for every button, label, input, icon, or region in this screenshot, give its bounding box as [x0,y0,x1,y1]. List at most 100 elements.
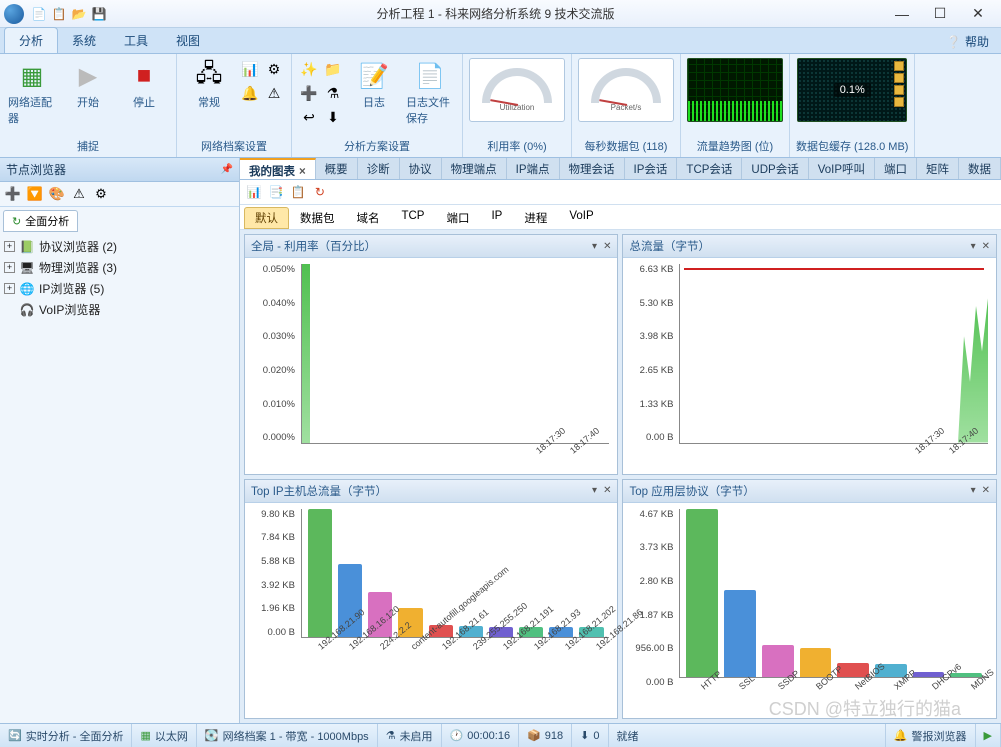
subtab-domain[interactable]: 域名 [345,207,390,229]
nic-icon: ▦ [16,60,48,92]
bell-icon: 🔔 [894,729,908,742]
tree-node-ip[interactable]: +🌐IP浏览器 (5) [2,278,237,299]
sidebar-pin-icon[interactable]: 📌 [221,164,233,175]
ip-icon: 🌐 [19,281,35,297]
subtab-tcp[interactable]: TCP [390,207,435,229]
menu-system[interactable]: 系统 [58,28,110,53]
protocol-icon: 📗 [19,239,35,255]
s4-icon[interactable]: ⚗ [322,82,344,104]
cfg2-icon[interactable]: ⚙ [263,58,285,80]
sb-color-icon[interactable]: 🎨 [48,185,66,203]
profile-icon: 🖧 [193,60,225,92]
tab-physep[interactable]: 物理端点 [442,158,507,179]
logsave-button[interactable]: 📄日志文件保存 [404,58,456,128]
status-profile: 💽网络档案 1 - 带宽 - 1000Mbps [197,724,378,747]
sb-warn-icon[interactable]: ⚠ [70,185,88,203]
play-small-icon: ▶ [984,729,992,742]
log-button[interactable]: 📝日志 [348,58,400,112]
maximize-button[interactable]: ☐ [921,4,959,24]
close-icon[interactable]: × [299,166,306,178]
tab-protocol[interactable]: 协议 [400,158,442,179]
help-button[interactable]: ❔帮助 [938,30,997,53]
cfg4-icon[interactable]: ⚠ [263,82,285,104]
ribbon-group-scheme: ✨📁 ➕⚗ ↩⬇ 📝日志 📄日志文件保存 分析方案设置 [292,54,463,157]
normal-button[interactable]: 🖧常规 [183,58,235,112]
subtab-voip[interactable]: VoIP [558,207,604,229]
s3-icon[interactable]: ➕ [298,82,320,104]
subtab-packets[interactable]: 数据包 [289,207,346,229]
sidebar: 节点浏览器📌 ➕ 🔽 🎨 ⚠ ⚙ ↻全面分析 +📗协议浏览器 (2) +🖥物理浏… [0,158,240,723]
status-alerts[interactable]: 🔔警报浏览器 [886,724,976,747]
start-button[interactable]: ▶开始 [62,58,114,112]
tab-ipsess[interactable]: IP会话 [625,158,678,179]
tab-udpsess[interactable]: UDP会话 [742,158,808,179]
tab-ipep[interactable]: IP端点 [507,158,560,179]
stop-button[interactable]: ■停止 [118,58,170,112]
main-toolbar: 📊 📑 📋 ↻ [240,180,1001,205]
subtab-ip[interactable]: IP [480,207,513,229]
clock-icon: 🕐 [450,729,464,742]
tab-voipcall[interactable]: VoIP呼叫 [809,158,875,179]
tab-port[interactable]: 端口 [875,158,917,179]
plot-area [679,264,988,444]
sb-set-icon[interactable]: ⚙ [92,185,110,203]
disk-icon: 💽 [205,729,219,742]
main-panel: 我的图表× 概要 诊断 协议 物理端点 IP端点 物理会话 IP会话 TCP会话… [240,158,1001,723]
app-logo [4,4,24,24]
save-icon[interactable]: 💾 [90,5,108,23]
tree-node-physical[interactable]: +🖥物理浏览器 (3) [2,257,237,278]
s1-icon[interactable]: ✨ [298,58,320,80]
tb2-icon[interactable]: 📑 [267,183,285,201]
help-icon: ❔ [946,35,961,49]
ribbon-group-util: Utilization 利用率 (0%) [463,54,572,157]
tab-diagnose[interactable]: 诊断 [358,158,400,179]
sidebar-tab-fullanalysis[interactable]: ↻全面分析 [3,210,78,232]
tb3-icon[interactable]: 📋 [289,183,307,201]
statusbar: 🔄实时分析 - 全面分析 ▦以太网 💽网络档案 1 - 带宽 - 1000Mbp… [0,723,1001,747]
s5-icon[interactable]: ↩ [298,106,320,128]
minimize-button[interactable]: — [883,4,921,24]
menu-analyze[interactable]: 分析 [4,27,58,53]
chart-close-icon[interactable]: ✕ [603,485,611,496]
chart-menu-icon[interactable]: ▾ [592,241,597,252]
paste-icon[interactable]: 📋 [50,5,68,23]
titlebar: 📄 📋 📂 💾 分析工程 1 - 科来网络分析系统 9 技术交流版 — ☐ ✕ [0,0,1001,28]
tb1-icon[interactable]: 📊 [245,183,263,201]
buffer-chart: 0.1% [797,58,907,122]
open-icon[interactable]: 📂 [70,5,88,23]
chart-menu-icon[interactable]: ▾ [592,485,597,496]
tab-tcpsess[interactable]: TCP会话 [677,158,742,179]
menu-view[interactable]: 视图 [162,28,214,53]
status-play[interactable]: ▶ [976,724,1001,747]
cfg1-icon[interactable]: 📊 [239,58,261,80]
close-button[interactable]: ✕ [959,4,997,24]
s2-icon[interactable]: 📁 [322,58,344,80]
adapter-button[interactable]: ▦网络适配器 [6,58,58,128]
sb-filter-icon[interactable]: 🔽 [26,185,44,203]
menu-tools[interactable]: 工具 [110,28,162,53]
tb-refresh-icon[interactable]: ↻ [311,183,329,201]
chart-close-icon[interactable]: ✕ [603,241,611,252]
tree-node-protocol[interactable]: +📗协议浏览器 (2) [2,236,237,257]
tree-node-voip[interactable]: 🎧VoIP浏览器 [2,299,237,320]
chart-close-icon[interactable]: ✕ [982,485,990,496]
chart-menu-icon[interactable]: ▾ [971,241,976,252]
tab-physess[interactable]: 物理会话 [560,158,625,179]
tab-data[interactable]: 数据 [959,158,1001,179]
new-icon[interactable]: 📄 [30,5,48,23]
util-gauge: Utilization [469,58,565,122]
subtab-port[interactable]: 端口 [435,207,480,229]
sidebar-header: 节点浏览器📌 [0,158,239,182]
s6-icon[interactable]: ⬇ [322,106,344,128]
tab-matrix[interactable]: 矩阵 [917,158,959,179]
window-title: 分析工程 1 - 科来网络分析系统 9 技术交流版 [108,5,883,22]
subtab-process[interactable]: 进程 [513,207,558,229]
tab-summary[interactable]: 概要 [316,158,358,179]
subtab-default[interactable]: 默认 [244,207,289,229]
sb-add-icon[interactable]: ➕ [4,185,22,203]
chart-menu-icon[interactable]: ▾ [971,485,976,496]
cfg3-icon[interactable]: 🔔 [239,82,261,104]
status-mode[interactable]: 🔄实时分析 - 全面分析 [0,724,132,747]
chart-close-icon[interactable]: ✕ [982,241,990,252]
tab-mycharts[interactable]: 我的图表× [240,158,316,179]
